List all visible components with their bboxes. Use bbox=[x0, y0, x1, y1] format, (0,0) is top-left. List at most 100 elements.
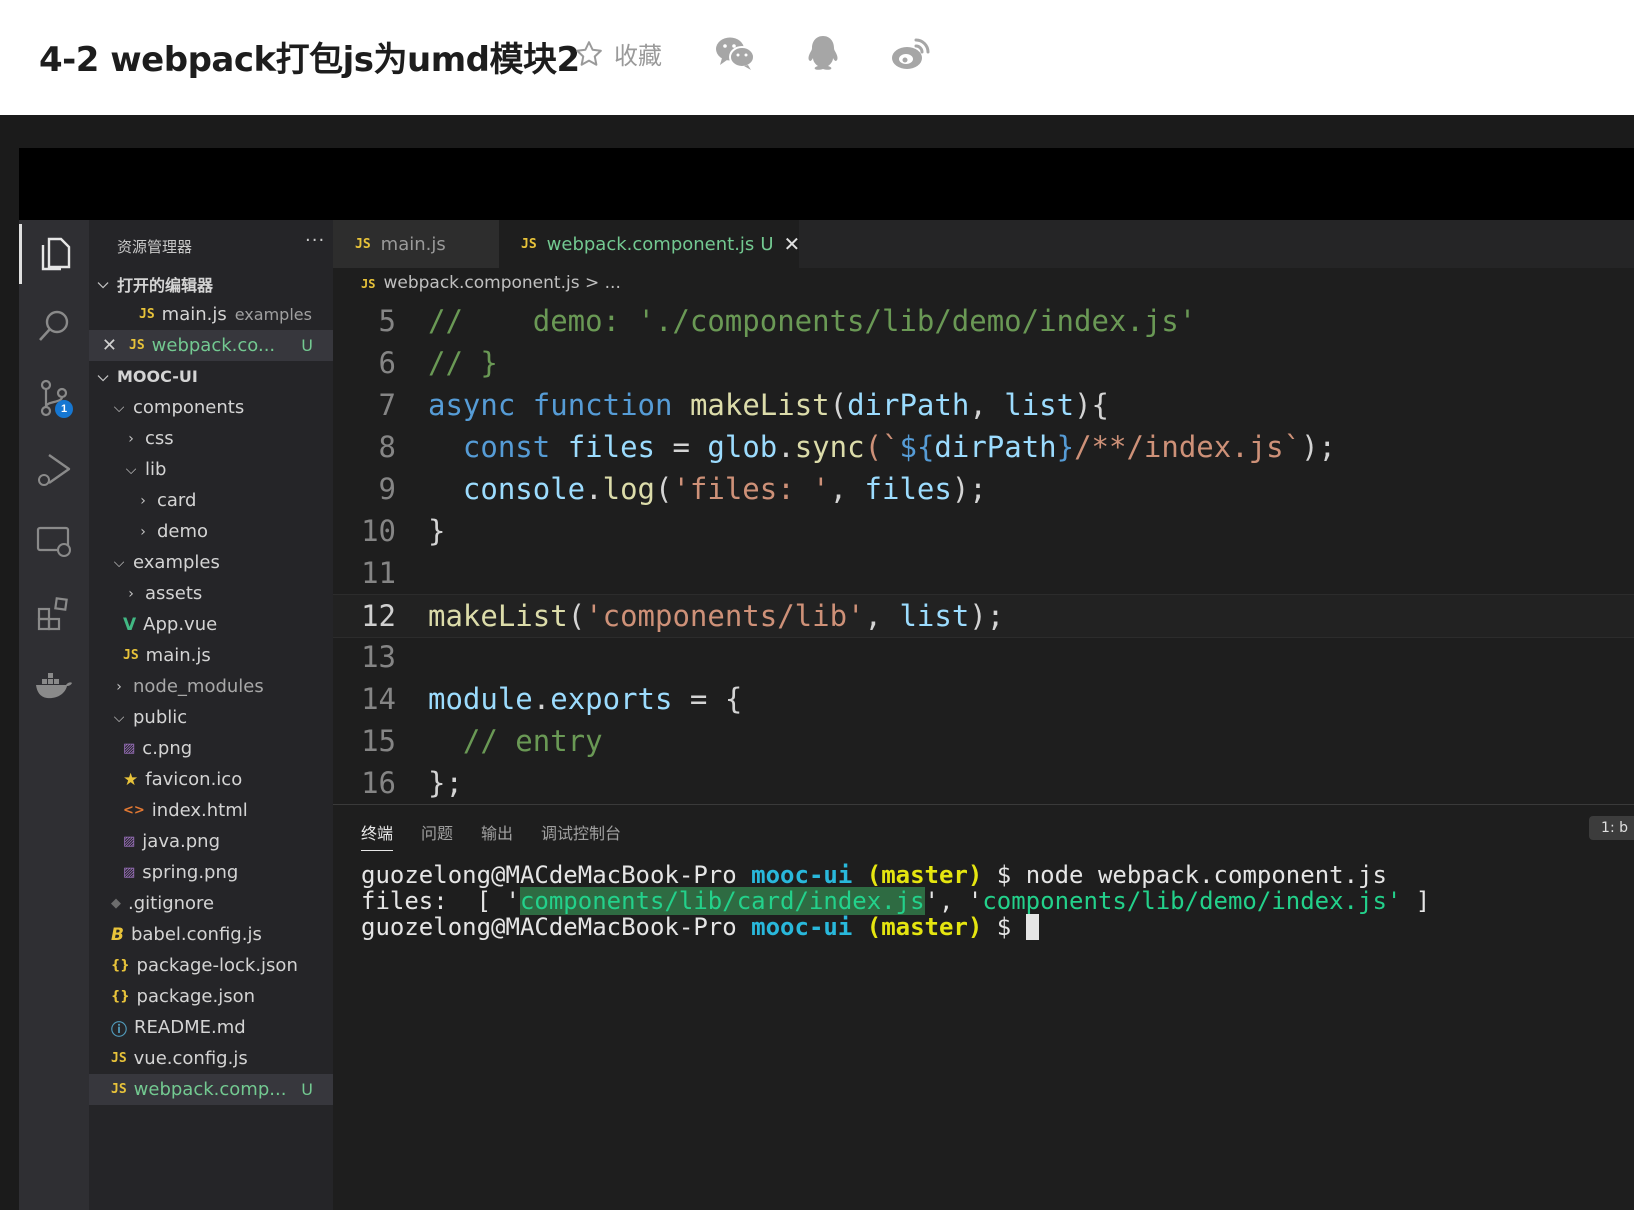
tree-item-favicon[interactable]: ★ favicon.ico bbox=[89, 764, 333, 795]
tab-debug-console[interactable]: 调试控制台 bbox=[541, 820, 621, 851]
terminal-select[interactable]: 1: b bbox=[1589, 816, 1634, 840]
js-file-icon: JS bbox=[361, 277, 376, 291]
tree-label: public bbox=[133, 707, 188, 728]
code-token: = { bbox=[672, 682, 743, 716]
code-token: log bbox=[602, 472, 655, 506]
code-token: . bbox=[777, 430, 795, 464]
code-token: = bbox=[655, 430, 708, 464]
tree-item-spring-png[interactable]: ▨ spring.png bbox=[89, 857, 333, 888]
js-file-icon: JS bbox=[129, 338, 145, 353]
tree-item-components[interactable]: ⌵ components bbox=[89, 392, 333, 423]
tree-item-examples[interactable]: ⌵ examples bbox=[89, 547, 333, 578]
close-icon[interactable]: ✕ bbox=[89, 335, 117, 356]
code-token: sync bbox=[794, 430, 865, 464]
more-actions-button[interactable]: ··· bbox=[305, 230, 325, 251]
tree-item-package-json[interactable]: {} package.json bbox=[89, 981, 333, 1012]
chevron-right-icon: › bbox=[140, 523, 146, 540]
breadcrumb-file[interactable]: webpack.component.js bbox=[383, 273, 579, 293]
tree-item-gitignore[interactable]: ◆ .gitignore bbox=[89, 888, 333, 919]
tab-webpack-component[interactable]: JS webpack.component.js U ✕ bbox=[499, 220, 801, 268]
debug-activity[interactable] bbox=[19, 440, 89, 500]
terminal-prompt: $ bbox=[996, 913, 1012, 941]
tree-item-vue-config[interactable]: JS vue.config.js bbox=[89, 1043, 333, 1074]
weibo-icon[interactable] bbox=[890, 34, 932, 77]
tree-item-java-png[interactable]: ▨ java.png bbox=[89, 826, 333, 857]
tree-item-package-lock[interactable]: {} package-lock.json bbox=[89, 950, 333, 981]
video-frame: 1 资源管理器 ··· ⌵ 打开的编辑器 JS main.js examples ✕ J… bbox=[19, 148, 1634, 1210]
terminal-prompt: $ bbox=[996, 861, 1012, 889]
image-file-icon: ▨ bbox=[123, 741, 136, 756]
tree-item-babel[interactable]: Bbabel.config.js bbox=[89, 919, 333, 950]
tree-item-webpack[interactable]: JS webpack.comp... U bbox=[89, 1074, 333, 1105]
code-token: (` bbox=[864, 430, 900, 464]
project-header[interactable]: ⌵ MOOC-UI bbox=[89, 361, 333, 392]
explorer-activity[interactable] bbox=[19, 224, 89, 284]
info-icon: ⓘ bbox=[111, 1019, 128, 1039]
qq-icon[interactable] bbox=[806, 34, 840, 77]
tree-item-assets[interactable]: › assets bbox=[89, 578, 333, 609]
tab-terminal[interactable]: 终端 bbox=[361, 820, 394, 851]
remote-activity[interactable] bbox=[19, 512, 89, 572]
tree-item-node-modules[interactable]: › node_modules bbox=[89, 671, 333, 702]
open-editor-webpack[interactable]: ✕ JS webpack.co... U bbox=[89, 330, 333, 361]
json-file-icon: {} bbox=[111, 958, 130, 973]
line-number: 16 bbox=[361, 766, 396, 800]
close-icon[interactable]: ✕ bbox=[784, 232, 801, 256]
line-number: 6 bbox=[378, 346, 396, 380]
open-editor-main-js[interactable]: JS main.js examples bbox=[89, 299, 333, 330]
star-file-icon: ★ bbox=[123, 769, 139, 790]
terminal-user: guozelong@MACdeMacBook-Pro bbox=[361, 861, 737, 889]
tree-item-lib[interactable]: ⌵ lib bbox=[89, 454, 333, 485]
tab-main-js[interactable]: JS main.js bbox=[333, 220, 499, 268]
tree-item-index-html[interactable]: <> index.html bbox=[89, 795, 333, 826]
extensions-activity[interactable] bbox=[19, 584, 89, 644]
tree-item-css[interactable]: › css bbox=[89, 423, 333, 454]
docker-icon bbox=[36, 673, 72, 699]
js-file-icon: JS bbox=[355, 236, 371, 252]
search-activity[interactable] bbox=[19, 296, 89, 356]
breadcrumb-symbol[interactable]: ... bbox=[605, 273, 621, 293]
tree-item-demo[interactable]: › demo bbox=[89, 516, 333, 547]
code-token: dirPath bbox=[847, 388, 970, 422]
tree-item-card[interactable]: › card bbox=[89, 485, 333, 516]
wechat-icon[interactable] bbox=[714, 34, 756, 77]
tree-label: examples bbox=[133, 552, 220, 573]
tree-label: css bbox=[145, 428, 174, 449]
tree-item-main-js[interactable]: JS main.js bbox=[89, 640, 333, 671]
source-control-activity[interactable]: 1 bbox=[19, 368, 89, 428]
code-token: }; bbox=[428, 766, 463, 800]
top-bar: 4-2 webpack打包js为umd模块2 收藏 bbox=[0, 0, 1634, 115]
star-icon bbox=[576, 40, 602, 66]
terminal-branch: (master) bbox=[866, 861, 983, 889]
code-token: dirPath bbox=[934, 430, 1057, 464]
tree-label: java.png bbox=[142, 831, 220, 852]
code-token: 'files: ' bbox=[672, 472, 830, 506]
tree-item-readme[interactable]: ⓘ README.md bbox=[89, 1012, 333, 1043]
code-token: // } bbox=[428, 346, 498, 380]
tab-problems[interactable]: 问题 bbox=[421, 820, 453, 851]
code-token: ); bbox=[1301, 430, 1336, 464]
favorite-button[interactable]: 收藏 bbox=[574, 36, 662, 71]
terminal-output[interactable]: guozelong@MACdeMacBook-Pro mooc-ui (mast… bbox=[361, 862, 1430, 940]
tree-item-c-png[interactable]: ▨ c.png bbox=[89, 733, 333, 764]
tree-label: card bbox=[157, 490, 197, 511]
code-token: // demo: './components/lib/demo/index.js… bbox=[428, 304, 1197, 338]
docker-activity[interactable] bbox=[19, 656, 89, 716]
tree-label: index.html bbox=[151, 800, 248, 821]
code-token: exports bbox=[550, 682, 673, 716]
terminal-text: ', ' bbox=[924, 887, 983, 915]
open-editors-header[interactable]: ⌵ 打开的编辑器 bbox=[89, 268, 333, 299]
tab-output[interactable]: 输出 bbox=[481, 820, 513, 851]
tree-label: babel.config.js bbox=[130, 924, 262, 945]
code-token: module bbox=[428, 682, 533, 716]
tree-label: package.json bbox=[136, 986, 256, 1007]
tree-item-public[interactable]: ⌵ public bbox=[89, 702, 333, 733]
code-line: 8 const files = glob. sync (` ${dirPath}/**… bbox=[333, 426, 1634, 468]
tree-item-app-vue[interactable]: V App.vue bbox=[89, 609, 333, 640]
terminal-cursor bbox=[1025, 914, 1039, 940]
page-title: 4-2 webpack打包js为umd模块2 bbox=[39, 40, 580, 80]
chevron-right-icon: › bbox=[116, 678, 122, 695]
favorite-label: 收藏 bbox=[614, 42, 662, 70]
terminal-text: ] bbox=[1401, 887, 1431, 915]
tree-label: App.vue bbox=[143, 614, 218, 635]
